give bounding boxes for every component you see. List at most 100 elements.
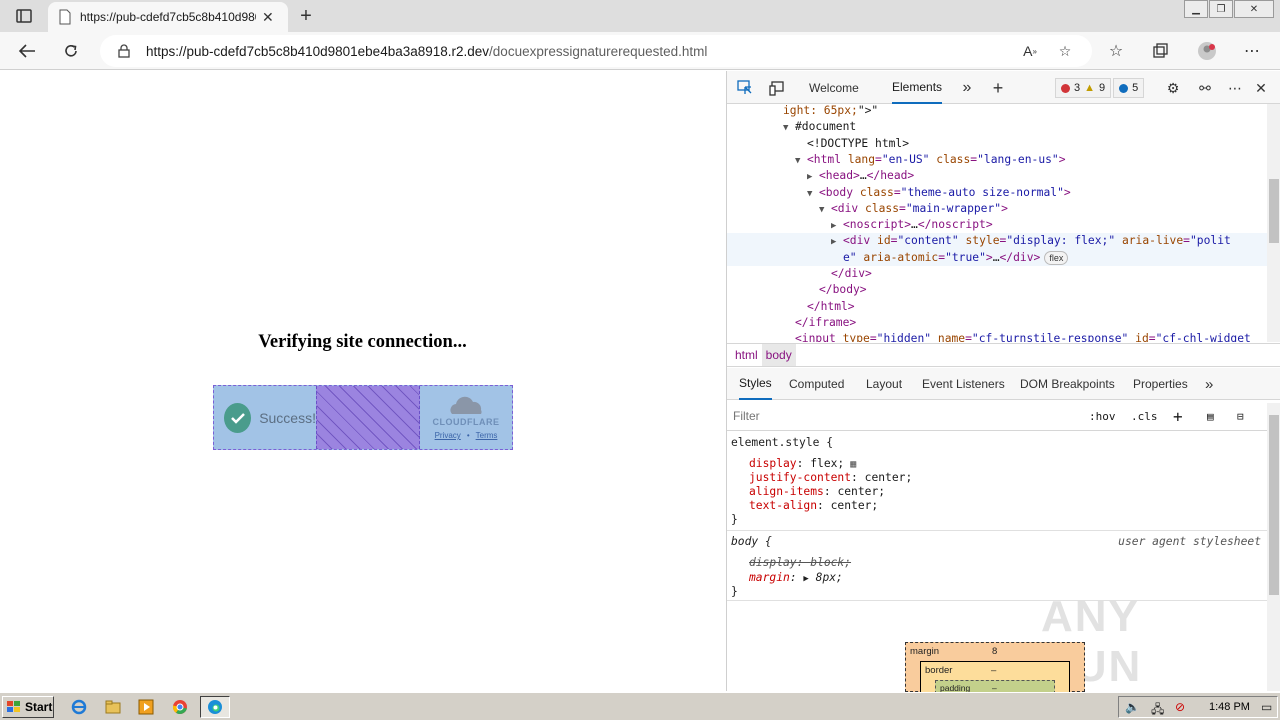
show-desktop-icon[interactable]: ▭ xyxy=(1261,700,1272,714)
tab-event-listeners[interactable]: Event Listeners xyxy=(922,368,1005,400)
privacy-link[interactable]: Privacy xyxy=(435,431,461,440)
tab-close-icon[interactable]: ✕ xyxy=(262,9,274,26)
dom-node-line[interactable]: ▶ <head>…</head> xyxy=(727,168,1267,184)
more-options-icon[interactable]: ⋯ xyxy=(1241,40,1263,62)
dom-node-line[interactable]: </body> xyxy=(727,282,1267,298)
tab-elements[interactable]: Elements xyxy=(892,71,943,104)
hover-state-button[interactable]: :hov xyxy=(1089,406,1116,426)
styles-filter-input[interactable] xyxy=(729,404,1077,428)
active-tab[interactable]: https://pub-cdefd7cb5c8b410d9801ebe4ba3a… xyxy=(48,2,288,32)
expand-triangle-icon[interactable]: ▼ xyxy=(807,186,819,202)
start-button[interactable]: Start xyxy=(2,696,54,718)
devtools-more-icon[interactable]: ⋯ xyxy=(1223,76,1247,100)
collections-icon[interactable] xyxy=(1149,40,1171,62)
add-favorite-icon[interactable]: ☆ xyxy=(1054,40,1076,62)
computed-styles-icon[interactable]: ▤ xyxy=(1207,406,1214,426)
terms-link[interactable]: Terms xyxy=(476,431,498,440)
tab-computed[interactable]: Computed xyxy=(789,368,844,400)
tab-layout[interactable]: Layout xyxy=(866,368,902,400)
style-declaration[interactable]: align-items: center; xyxy=(749,485,885,499)
connect-icon[interactable]: ⚯ xyxy=(1193,76,1217,100)
more-tabs-icon[interactable]: » xyxy=(955,76,979,100)
element-style-rule[interactable]: element.style { display: flex; ▦ justify-… xyxy=(727,432,1267,531)
favorites-icon[interactable]: ☆ xyxy=(1105,40,1127,62)
edge-taskbar-button[interactable] xyxy=(200,696,230,718)
rule-close: } xyxy=(731,513,738,526)
dom-node-line[interactable]: <!DOCTYPE html> xyxy=(727,136,1267,152)
error-counter[interactable]: 3 ▲ 9 xyxy=(1055,78,1112,98)
more-subtabs-icon[interactable]: » xyxy=(1205,368,1213,400)
file-explorer-icon[interactable] xyxy=(102,697,124,717)
style-declaration[interactable]: justify-content: center; xyxy=(749,471,912,485)
device-emulation-icon[interactable] xyxy=(765,76,789,100)
warning-icon: ▲ xyxy=(1084,82,1096,94)
inspect-element-icon[interactable] xyxy=(733,76,757,100)
volume-icon[interactable]: 🔈 xyxy=(1125,700,1140,714)
dom-node-line[interactable]: </iframe> xyxy=(727,315,1267,331)
dom-node-line[interactable]: ▶ <noscript>…</noscript> xyxy=(727,217,1267,233)
dom-node-line[interactable]: </html> xyxy=(727,299,1267,315)
message-counter[interactable]: 5 xyxy=(1113,78,1145,98)
address-bar[interactable]: https://pub-cdefd7cb5c8b410d9801ebe4ba3a… xyxy=(100,35,1092,67)
breadcrumb-body[interactable]: body xyxy=(761,344,796,366)
margin-declaration[interactable]: margin: ▶ 8px; xyxy=(749,571,843,586)
expand-triangle-icon[interactable]: ▶ xyxy=(803,574,808,584)
settings-gear-icon[interactable]: ⚙ xyxy=(1161,76,1185,100)
expand-triangle-icon[interactable]: ▼ xyxy=(819,202,831,218)
dom-node-line[interactable]: </div> xyxy=(727,266,1267,282)
tab-welcome[interactable]: Welcome xyxy=(809,71,859,104)
dom-node-line[interactable]: ight: 65px;">" xyxy=(727,104,1267,119)
lock-icon[interactable] xyxy=(118,44,132,58)
breadcrumb-html[interactable]: html xyxy=(731,344,762,366)
rule-source[interactable]: user agent stylesheet xyxy=(1118,535,1261,549)
profile-avatar[interactable] xyxy=(1196,40,1218,62)
new-tab-button[interactable]: + xyxy=(294,4,318,28)
dom-node-line[interactable]: ▼ <html lang="en-US" class="lang-en-us"> xyxy=(727,152,1267,168)
expand-triangle-icon[interactable]: ▼ xyxy=(795,153,807,169)
network-icon[interactable]: 🖧 xyxy=(1151,700,1164,720)
dom-node-line[interactable]: <input type="hidden" name="cf-turnstile-… xyxy=(727,331,1267,342)
internet-explorer-icon[interactable] xyxy=(68,697,90,717)
box-model-margin-value[interactable]: 8 xyxy=(992,646,997,657)
add-tab-icon[interactable]: + xyxy=(986,76,1010,100)
scroll-thumb[interactable] xyxy=(1269,415,1279,595)
style-declaration[interactable]: display: flex; ▦ xyxy=(749,457,856,472)
dom-node-line[interactable]: ▼ <body class="theme-auto size-normal"> xyxy=(727,185,1267,201)
flexbox-editor-icon[interactable]: ▦ xyxy=(844,459,856,470)
dom-node-line[interactable]: ▼ <div class="main-wrapper"> xyxy=(727,201,1267,217)
dom-tree[interactable]: ight: 65px;">" ▼ #document <!DOCTYPE html> ▼… xyxy=(727,104,1267,342)
style-declaration[interactable]: text-align: center; xyxy=(749,499,878,513)
restore-button[interactable]: ❐ xyxy=(1209,0,1233,18)
read-aloud-icon[interactable]: A» xyxy=(1019,40,1041,62)
chrome-icon[interactable] xyxy=(169,697,191,717)
close-window-button[interactable]: ✕ xyxy=(1234,0,1274,18)
tab-actions-button[interactable] xyxy=(8,4,40,28)
issue-counters[interactable]: 3 ▲ 9 5 xyxy=(1055,78,1145,98)
expand-triangle-icon[interactable]: ▶ xyxy=(831,218,843,234)
expand-triangle-icon[interactable]: ▼ xyxy=(783,120,795,136)
refresh-button[interactable] xyxy=(56,36,86,66)
expand-triangle-icon[interactable]: ▶ xyxy=(831,234,843,250)
scroll-thumb[interactable] xyxy=(1269,179,1279,243)
cloudflare-turnstile-widget[interactable]: Success! CLOUDFLARE Privacy • Terms xyxy=(213,385,513,450)
styles-scrollbar[interactable] xyxy=(1267,403,1280,691)
tab-dom-breakpoints[interactable]: DOM Breakpoints xyxy=(1020,368,1115,400)
new-rule-icon[interactable]: + xyxy=(1173,406,1183,426)
expand-triangle-icon[interactable]: ▶ xyxy=(807,169,819,185)
dom-node-line[interactable]: ▼ #document xyxy=(727,119,1267,135)
url-text[interactable]: https://pub-cdefd7cb5c8b410d9801ebe4ba3a… xyxy=(146,44,707,59)
media-player-icon[interactable] xyxy=(135,697,157,717)
back-button[interactable] xyxy=(12,36,42,66)
tab-styles[interactable]: Styles xyxy=(739,368,772,400)
toggle-sidebar-icon[interactable]: ⊟ xyxy=(1237,406,1244,426)
security-alert-icon[interactable]: ⊘ xyxy=(1175,700,1185,714)
dom-tree-scrollbar[interactable] xyxy=(1267,104,1280,342)
dom-node-line[interactable]: ▶ <div id="content" style="display: flex;… xyxy=(727,233,1267,250)
minimize-button[interactable]: ▁ xyxy=(1184,0,1208,18)
body-ua-rule[interactable]: body { user agent stylesheet display: bl… xyxy=(727,531,1267,601)
box-model-border-value[interactable]: – xyxy=(991,665,996,676)
class-toggle-button[interactable]: .cls xyxy=(1131,406,1158,426)
close-devtools-icon[interactable]: ✕ xyxy=(1249,76,1273,100)
dom-node-line[interactable]: e" aria-atomic="true">…</div> flex xyxy=(727,249,1267,266)
tab-properties[interactable]: Properties xyxy=(1133,368,1188,400)
